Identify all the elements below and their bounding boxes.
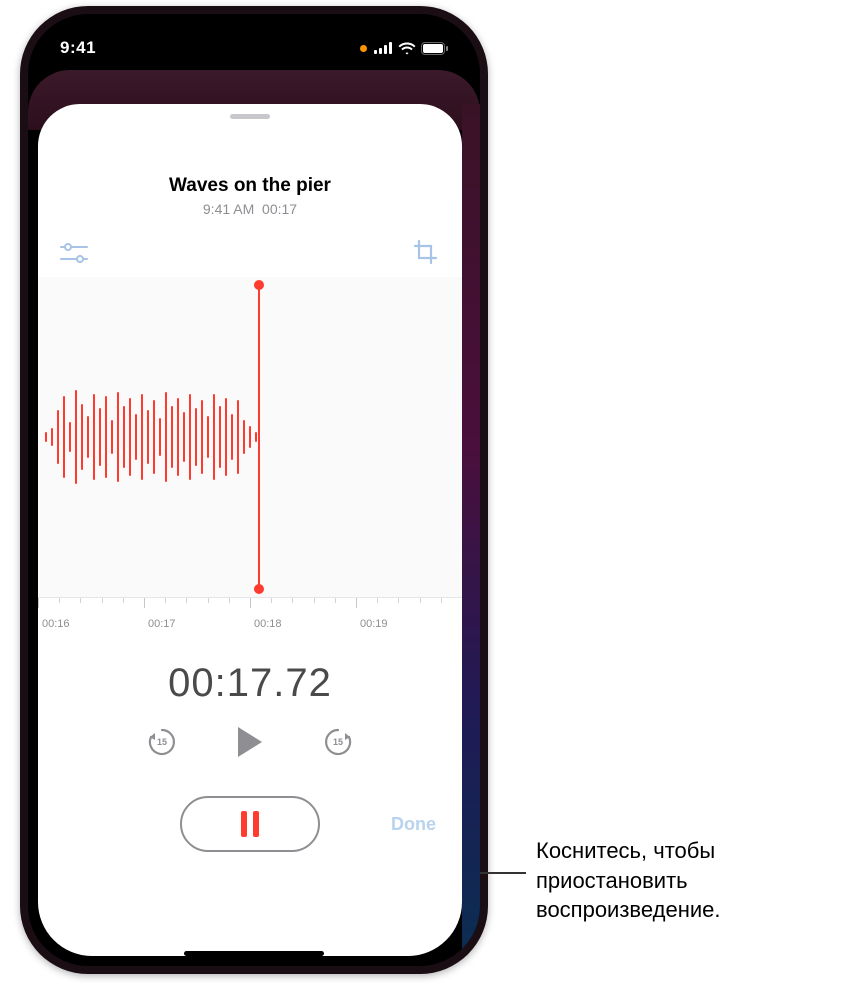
callout-text: Коснитесь, чтобы приостановить воспроизв…	[536, 836, 836, 925]
phone-screen: 9:41 Waves on the pier 9:41 AM 00:17	[28, 14, 480, 966]
mic-active-dot-icon	[360, 45, 367, 52]
edit-toolbar	[38, 239, 462, 267]
status-time: 9:41	[60, 38, 96, 58]
ruler-tick-label: 00:16	[42, 618, 70, 630]
home-indicator[interactable]	[184, 951, 324, 956]
behind-sheet-gradient	[462, 104, 480, 966]
dynamic-island	[190, 28, 318, 66]
ruler-tick-label: 00:19	[360, 618, 388, 630]
time-ruler[interactable]: 00:16 00:17 00:18 00:19	[38, 597, 462, 639]
sheet-grabber[interactable]	[230, 114, 270, 119]
play-button[interactable]	[230, 722, 270, 762]
waveform-icon	[38, 277, 462, 597]
battery-icon	[421, 42, 448, 55]
status-icons	[360, 42, 448, 55]
wifi-icon	[398, 42, 416, 55]
recording-time-label: 9:41 AM	[203, 201, 254, 217]
ruler-tick-label: 00:17	[148, 618, 176, 630]
play-icon	[235, 725, 265, 759]
playhead-indicator[interactable]	[258, 285, 260, 589]
settings-sliders-icon	[59, 242, 89, 264]
playback-controls: 15 15	[144, 722, 356, 762]
crop-icon	[412, 239, 440, 267]
skip-forward-button[interactable]: 15	[320, 724, 356, 760]
skip-back-button[interactable]: 15	[144, 724, 180, 760]
ruler-tick-label: 00:18	[254, 618, 282, 630]
crop-button[interactable]	[408, 239, 444, 267]
recording-subtitle: 9:41 AM 00:17	[203, 201, 297, 217]
pause-icon	[239, 811, 261, 837]
pause-button[interactable]	[180, 796, 320, 852]
done-button[interactable]: Done	[391, 814, 436, 835]
recording-duration: 00:17	[262, 201, 297, 217]
elapsed-time: 00:17.72	[168, 661, 332, 706]
bottom-controls: Done	[38, 796, 462, 852]
skip-back-seconds: 15	[157, 737, 167, 747]
settings-button[interactable]	[56, 239, 92, 267]
skip-forward-seconds: 15	[333, 737, 343, 747]
recording-title: Waves on the pier	[169, 175, 331, 197]
cellular-icon	[374, 42, 393, 54]
phone-device-frame: 9:41 Waves on the pier 9:41 AM 00:17	[20, 6, 488, 974]
waveform-display[interactable]	[38, 277, 462, 597]
recording-sheet: Waves on the pier 9:41 AM 00:17	[38, 104, 462, 956]
